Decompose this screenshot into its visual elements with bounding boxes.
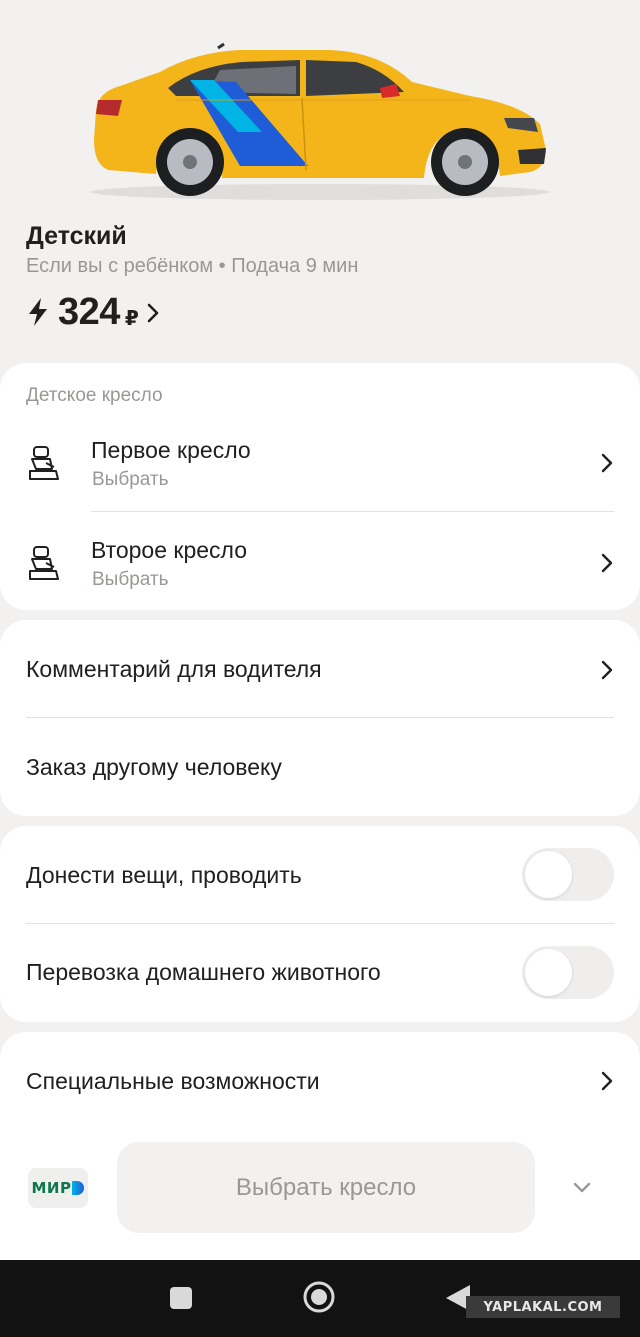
luggage-toggle[interactable] bbox=[522, 848, 614, 901]
seat-second-title: Второе кресло bbox=[91, 537, 248, 563]
select-seat-button[interactable]: Выбрать кресло bbox=[117, 1142, 535, 1233]
child-seat-label: Детское кресло bbox=[26, 385, 163, 406]
toggle-row-luggage: Донести вещи, проводить bbox=[0, 826, 640, 923]
mir-logo-mark bbox=[72, 1181, 85, 1195]
order-for-other-label: Заказ другому человеку bbox=[26, 754, 282, 780]
price-value: 324 bbox=[58, 290, 120, 333]
seat-first-title: Первое кресло bbox=[91, 437, 251, 463]
square-icon[interactable] bbox=[169, 1286, 193, 1310]
child-seat-card: Детское кресло Первое кресло Выбрать Вто… bbox=[0, 363, 640, 610]
seat-first-subtitle: Выбрать bbox=[92, 469, 169, 490]
circle-icon[interactable] bbox=[302, 1280, 336, 1314]
chevron-right-icon bbox=[147, 303, 159, 323]
price-button[interactable]: 324 ₽ bbox=[26, 288, 161, 336]
accessibility-label: Специальные возможности bbox=[26, 1068, 320, 1094]
tariff-name: Детский bbox=[26, 222, 127, 250]
seat-second-subtitle: Выбрать bbox=[92, 569, 169, 590]
toggle-knob bbox=[525, 949, 572, 996]
watermark: YAPLAKAL.COM bbox=[466, 1296, 620, 1318]
seat-row-second[interactable]: Второе кресло Выбрать bbox=[0, 511, 640, 610]
car-illustration bbox=[0, 0, 640, 215]
child-seat-icon bbox=[29, 446, 59, 480]
price-currency: ₽ bbox=[124, 307, 139, 330]
tariff-subtitle: Если вы с ребёнком • Подача 9 мин bbox=[26, 255, 359, 277]
luggage-label: Донести вещи, проводить bbox=[26, 862, 302, 888]
toggle-knob bbox=[525, 851, 572, 898]
accessibility-row[interactable]: Специальные возможности bbox=[0, 1032, 640, 1130]
options-card: Комментарий для водителя Заказ другому ч… bbox=[0, 620, 640, 816]
payment-method-button[interactable]: МИР bbox=[28, 1168, 88, 1208]
child-seat-icon bbox=[29, 546, 59, 580]
toggle-row-pet: Перевозка домашнего животного bbox=[0, 923, 640, 1022]
order-for-other-row[interactable]: Заказ другому человеку bbox=[0, 717, 640, 816]
seat-row-first[interactable]: Первое кресло Выбрать bbox=[0, 411, 640, 511]
chevron-right-icon bbox=[601, 553, 613, 573]
chevron-right-icon bbox=[601, 1071, 613, 1091]
chevron-down-icon[interactable] bbox=[572, 1180, 592, 1196]
chevron-right-icon bbox=[601, 660, 613, 680]
mir-logo: МИР bbox=[31, 1179, 72, 1197]
chevron-right-icon bbox=[601, 453, 613, 473]
pet-label: Перевозка домашнего животного bbox=[26, 959, 381, 985]
pet-toggle[interactable] bbox=[522, 946, 614, 999]
extras-card: Донести вещи, проводить Перевозка домашн… bbox=[0, 826, 640, 1022]
comment-row[interactable]: Комментарий для водителя bbox=[0, 620, 640, 717]
comment-label: Комментарий для водителя bbox=[26, 656, 322, 682]
lightning-icon bbox=[29, 298, 47, 326]
